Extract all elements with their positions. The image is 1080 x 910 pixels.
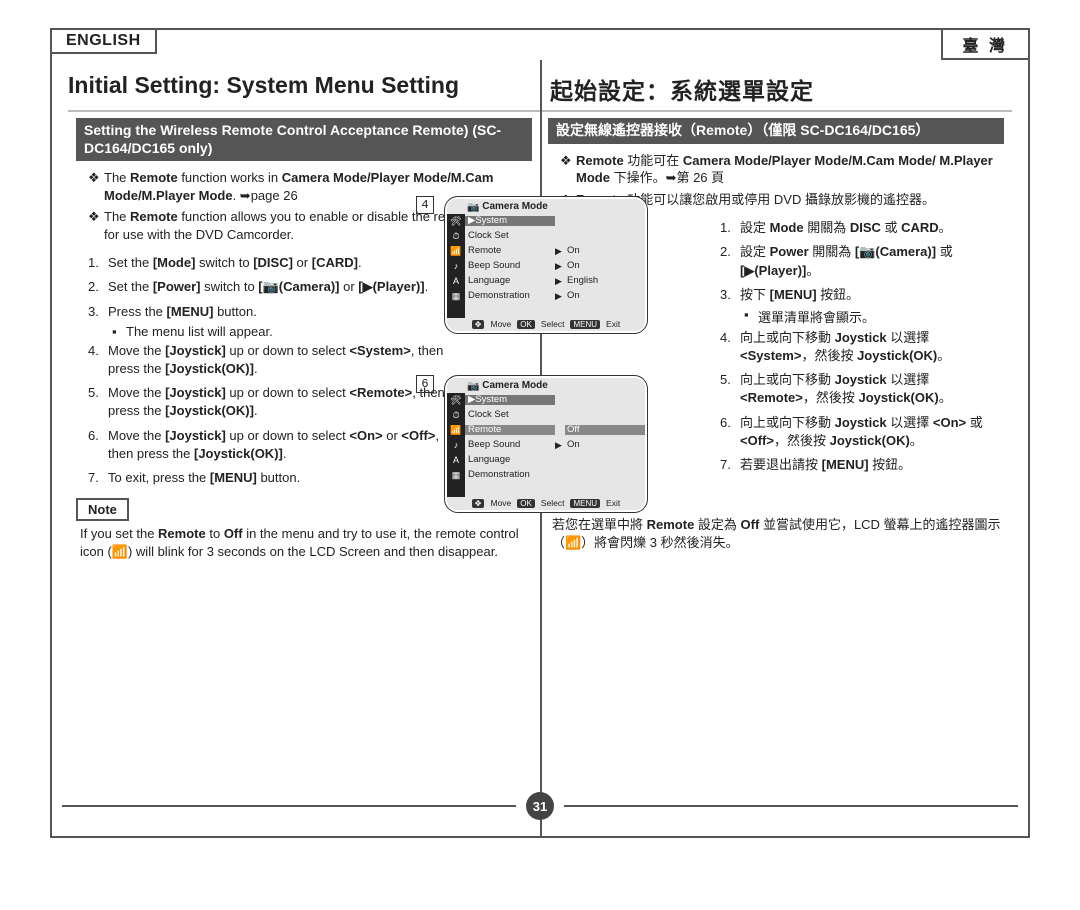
page-footer: 31 xyxy=(52,792,1028,820)
bullet-icon: ❖ xyxy=(560,152,576,187)
menu-item: Clock Set xyxy=(465,410,555,421)
menu-item: Demonstration xyxy=(465,291,555,302)
dpad-icon: ✥ xyxy=(472,499,485,508)
menu-item: Remote xyxy=(465,425,555,436)
menu-value: On xyxy=(565,440,645,451)
step-text: 設定 Mode 開關為 DISC 或 CARD。 xyxy=(740,219,952,237)
manual-page: ENGLISH 臺 灣 Initial Setting: System Menu… xyxy=(50,28,1030,838)
sound-icon: ♪ xyxy=(447,259,465,274)
menu-value: English xyxy=(565,276,645,287)
menu-item: ▶System xyxy=(465,395,555,406)
lang-label-left: ENGLISH xyxy=(50,28,157,54)
lang-icon: A xyxy=(447,453,465,468)
lang-icon: A xyxy=(447,274,465,289)
menu-item: Demonstration xyxy=(465,470,555,481)
sub-step-text: The menu list will appear. xyxy=(126,324,273,339)
steps-left: 1.Set the [Mode] switch to [DISC] or [CA… xyxy=(76,251,446,490)
menu-item: Beep Sound xyxy=(465,440,555,451)
bullet-icon: ❖ xyxy=(88,208,104,243)
menu-item: Beep Sound xyxy=(465,261,555,272)
screenshot-4: 4 📷 Camera Mode 🛠▶System ⏱Clock Set 📶Rem… xyxy=(444,196,648,334)
menu-title: 📷 Camera Mode xyxy=(447,378,645,393)
menu-value: On xyxy=(565,246,645,257)
sub-bullet-icon: ▪ xyxy=(744,307,758,326)
menu-value: On xyxy=(565,261,645,272)
note-text-left: If you set the Remote to Off in the menu… xyxy=(76,525,532,560)
step-text: 向上或向下移動 Joystick 以選擇 <On> 或 <Off>，然後按 Jo… xyxy=(740,414,1004,450)
remote-icon: 📶 xyxy=(447,244,465,259)
menu-title: 📷 Camera Mode xyxy=(447,199,645,214)
step-text: Press the [MENU] button. xyxy=(108,303,257,321)
bullet-icon: ❖ xyxy=(88,169,104,204)
page-title-left: Initial Setting: System Menu Setting xyxy=(68,72,540,112)
menu-value: Off xyxy=(565,425,645,436)
dpad-icon: ✥ xyxy=(472,320,485,329)
step-text: 向上或向下移動 Joystick 以選擇 <Remote>，然後按 Joysti… xyxy=(740,371,1004,407)
menu-item: Remote xyxy=(465,246,555,257)
step-text: Set the [Mode] switch to [DISC] or [CARD… xyxy=(108,254,362,272)
step-text: Move the [Joystick] up or down to select… xyxy=(108,342,446,378)
step-text: Move the [Joystick] up or down to select… xyxy=(108,384,446,420)
page-title-right: 起始設定：系統選單設定 xyxy=(540,72,1012,112)
menu-item: Clock Set xyxy=(465,231,555,242)
lang-label-right: 臺 灣 xyxy=(941,28,1030,60)
step-text: Move the [Joystick] up or down to select… xyxy=(108,427,446,463)
section-bar-left: Setting the Wireless Remote Control Acce… xyxy=(76,118,532,161)
step-text: 按下 [MENU] 按鈕。 xyxy=(740,286,859,304)
sound-icon: ♪ xyxy=(447,438,465,453)
menu-item: Language xyxy=(465,455,555,466)
page-number: 31 xyxy=(526,792,554,820)
step-text: Set the [Power] switch to [📷(Camera)] or… xyxy=(108,278,428,296)
step-text: 若要退出請按 [MENU] 按鈕。 xyxy=(740,456,911,474)
screenshot-number: 6 xyxy=(416,375,434,393)
menu-item: ▶System xyxy=(465,216,555,227)
menu-hint-bar: ✥Move OKSelect MENUExit xyxy=(447,497,645,511)
note-label-left: Note xyxy=(76,498,129,521)
bullet-text: Remote 功能可在 Camera Mode/Player Mode/M.Ca… xyxy=(576,152,1004,187)
remote-icon: 📶 xyxy=(447,423,465,438)
menu-hint-bar: ✥Move OKSelect MENUExit xyxy=(447,318,645,332)
demo-icon: ▦ xyxy=(447,289,465,304)
note-text-right: 若您在選單中將 Remote 設定為 Off 並嘗試使用它，LCD 螢幕上的遙控… xyxy=(548,516,1004,551)
step-text: 向上或向下移動 Joystick 以選擇 <System>，然後按 Joysti… xyxy=(740,329,1004,365)
screenshot-6: 6 📷 Camera Mode 🛠▶System ⏱Clock Set 📶Rem… xyxy=(444,375,648,513)
menu-item: Language xyxy=(465,276,555,287)
sub-bullet-icon: ▪ xyxy=(112,324,126,339)
clock-icon: ⏱ xyxy=(447,408,465,423)
screenshot-number: 4 xyxy=(416,196,434,214)
demo-icon: ▦ xyxy=(447,468,465,483)
clock-icon: ⏱ xyxy=(447,229,465,244)
tool-icon: 🛠 xyxy=(447,393,465,408)
step-text: 設定 Power 開關為 [📷(Camera)] 或 [▶(Player)]。 xyxy=(740,243,1004,279)
section-bar-right: 設定無線遙控器接收（Remote）（僅限 SC-DC164/DC165） xyxy=(548,118,1004,144)
step-text: To exit, press the [MENU] button. xyxy=(108,469,300,487)
menu-value: On xyxy=(565,291,645,302)
tool-icon: 🛠 xyxy=(447,214,465,229)
sub-step-text: 選單清單將會顯示。 xyxy=(758,307,875,326)
